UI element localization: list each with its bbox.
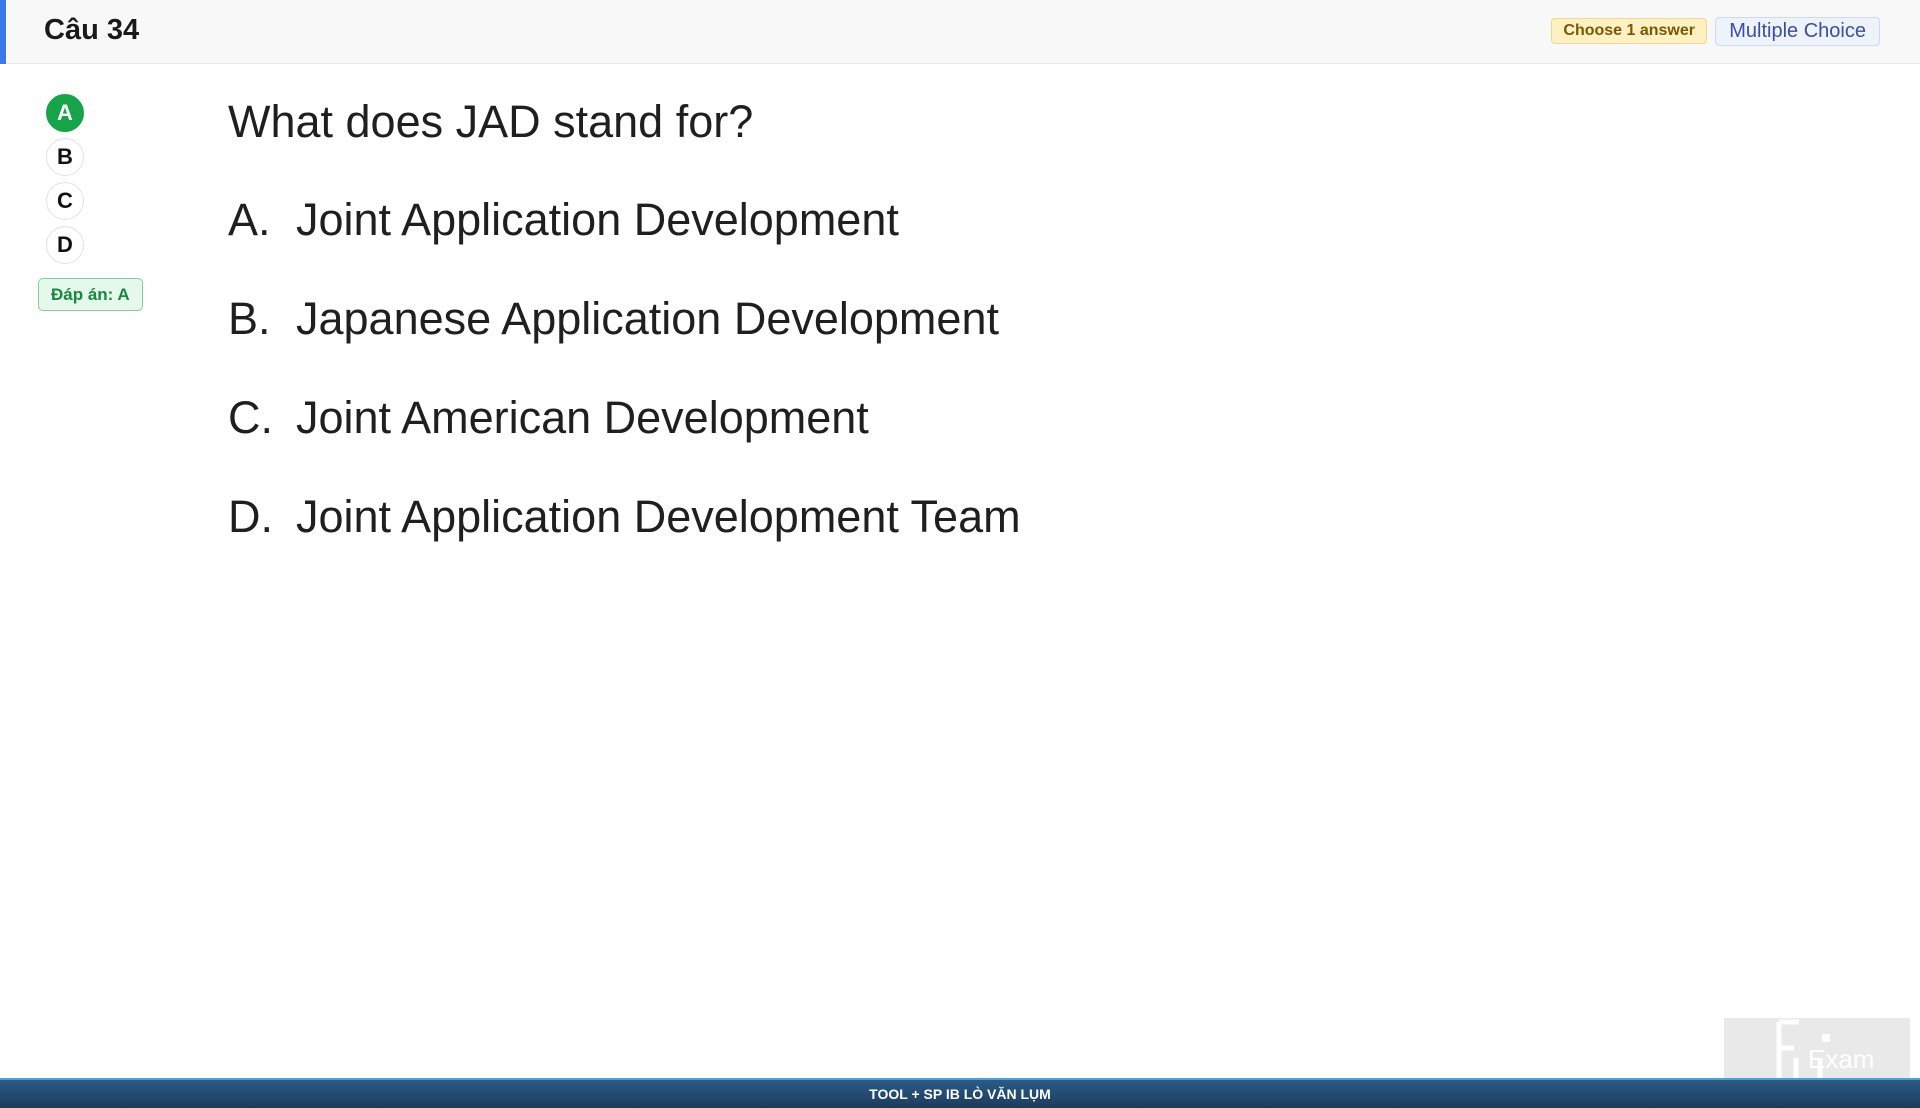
option-a-letter: A. <box>228 194 271 245</box>
option-d: D. Joint Application Development Team <box>228 487 1021 547</box>
option-d-letter: D. <box>228 491 273 542</box>
answer-choice-a[interactable]: A <box>46 94 84 132</box>
option-c-letter: C. <box>228 392 273 443</box>
answer-choice-d[interactable]: D <box>46 226 84 264</box>
option-a: A. Joint Application Development <box>228 190 899 250</box>
answer-choice-c[interactable]: C <box>46 182 84 220</box>
answer-choice-b[interactable]: B <box>46 138 84 176</box>
option-b-text: Japanese Application Development <box>296 293 999 344</box>
header-accent-bar <box>0 0 6 64</box>
question-header: Câu 34 Choose 1 answer Multiple Choice <box>0 0 1920 64</box>
choose-count-badge: Choose 1 answer <box>1551 18 1707 44</box>
option-c-text: Joint American Development <box>296 392 869 443</box>
watermark-text: Exam <box>1808 1044 1874 1074</box>
question-number: Câu 34 <box>44 14 140 46</box>
option-b-letter: B. <box>228 293 271 344</box>
footer-bar: TOOL + SP IB LÒ VĂN LỤM <box>0 1078 1920 1108</box>
option-d-text: Joint Application Development Team <box>296 491 1021 542</box>
question-type-badge: Multiple Choice <box>1715 17 1880 46</box>
option-b: B. Japanese Application Development <box>228 289 999 349</box>
correct-answer-badge: Đáp án: A <box>38 278 143 311</box>
option-c: C. Joint American Development <box>228 388 869 448</box>
question-content: What does JAD stand for? A. Joint Applica… <box>228 92 1328 542</box>
option-a-text: Joint Application Development <box>296 194 899 245</box>
question-text: What does JAD stand for? <box>228 96 754 147</box>
